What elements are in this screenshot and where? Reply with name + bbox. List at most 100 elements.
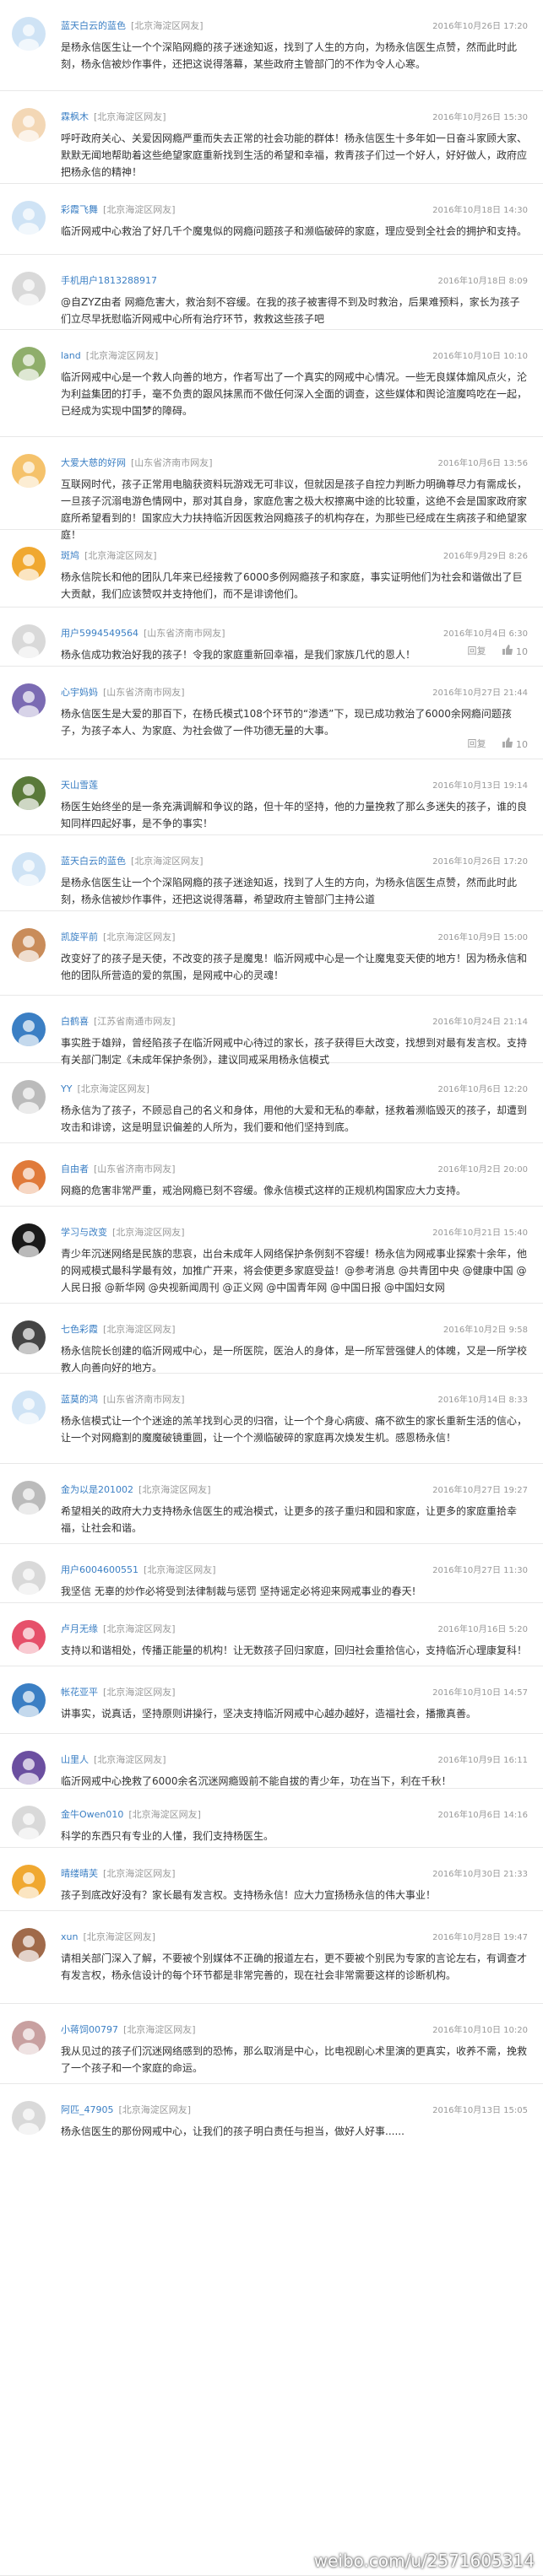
avatar[interactable] bbox=[12, 776, 46, 810]
avatar[interactable] bbox=[12, 201, 46, 235]
user-name-text[interactable]: 帐花亚平 bbox=[61, 1687, 98, 1698]
avatar[interactable] bbox=[12, 272, 46, 305]
comment-text: 杨永信医生是大爱的那百下，在杨氏模式108个环节的“渗透”下，现已成功救治了60… bbox=[61, 708, 512, 737]
user-name-text[interactable]: 大爱大慈的好网 bbox=[61, 457, 126, 468]
user-name[interactable]: 霖枫木 [北京海淀区网友] bbox=[61, 110, 166, 123]
user-name[interactable]: 阿匹_47905 [北京海淀区网友] bbox=[61, 2103, 191, 2116]
avatar[interactable] bbox=[12, 108, 46, 142]
user-name[interactable]: 天山雪莲 bbox=[61, 778, 103, 791]
user-name[interactable]: 七色彩霞 [北京海淀区网友] bbox=[61, 1322, 176, 1336]
avatar[interactable] bbox=[12, 1928, 46, 1962]
user-name-text[interactable]: 金牛Owen010 bbox=[61, 1809, 123, 1820]
user-name[interactable]: 小蒋饲00797 [北京海淀区网友] bbox=[61, 2022, 196, 2036]
user-name[interactable]: 蓝天白云的蓝色 [北京海淀区网友] bbox=[61, 19, 204, 32]
user-name-text[interactable]: land bbox=[61, 350, 81, 361]
user-name[interactable]: 用户6004600551 [北京海淀区网友] bbox=[61, 1563, 216, 1576]
comment-text: 改变好了的孩子是天使，不改变的孩子是魔鬼！临沂网戒中心是一个让魔鬼变天使的地方！… bbox=[61, 953, 528, 981]
user-name[interactable]: 凯旋平前 [北京海淀区网友] bbox=[61, 930, 176, 943]
user-name-text[interactable]: 凯旋平前 bbox=[61, 932, 98, 942]
user-name[interactable]: 金为以是201002 [北京海淀区网友] bbox=[61, 1482, 211, 1496]
user-name[interactable]: 蓝莫的鸿 [山东省济南市网友] bbox=[61, 1392, 185, 1406]
user-name-text[interactable]: 蓝莫的鸿 bbox=[61, 1394, 98, 1405]
avatar[interactable] bbox=[12, 1751, 46, 1785]
user-name-text[interactable]: 山里人 bbox=[61, 1754, 89, 1765]
user-name-text[interactable]: 心宇妈妈 bbox=[61, 687, 98, 698]
user-name[interactable]: 蓝天白云的蓝色 [北京海淀区网友] bbox=[61, 854, 204, 867]
user-name[interactable]: YY [北京海淀区网友] bbox=[61, 1082, 149, 1095]
user-location: [山东省济南市网友] bbox=[144, 628, 225, 639]
user-name-text[interactable]: 天山雪莲 bbox=[61, 780, 98, 791]
user-name[interactable]: 卢月无缘 [北京海淀区网友] bbox=[61, 1622, 176, 1635]
user-name-text[interactable]: 蓝天白云的蓝色 bbox=[61, 856, 126, 867]
comment-item: 帐花亚平 [北京海淀区网友] 2016年10月10日 14:57 讲事实，说真话，坚持… bbox=[0, 1666, 543, 1734]
user-name-text[interactable]: 白鹤喜 bbox=[61, 1016, 89, 1027]
user-name-text[interactable]: 金为以是201002 bbox=[61, 1484, 133, 1495]
user-name[interactable]: 彩霞飞舞 [北京海淀区网友] bbox=[61, 203, 176, 216]
reply-button[interactable]: 回复 bbox=[468, 644, 486, 657]
user-name[interactable]: 学习与改变 [北京海淀区网友] bbox=[61, 1225, 185, 1239]
user-name[interactable]: 斑鸠 [北京海淀区网友] bbox=[61, 548, 157, 562]
avatar[interactable] bbox=[12, 2101, 46, 2135]
avatar[interactable] bbox=[12, 1481, 46, 1515]
avatar[interactable] bbox=[12, 17, 46, 51]
avatar[interactable] bbox=[12, 347, 46, 381]
user-name-text[interactable]: 阿匹_47905 bbox=[61, 2104, 114, 2115]
avatar[interactable] bbox=[12, 2021, 46, 2055]
user-name[interactable]: 帐花亚平 [北京海淀区网友] bbox=[61, 1685, 176, 1698]
user-name[interactable]: 手机用户1813288917 bbox=[61, 273, 162, 287]
user-location: [江苏省南通市网友] bbox=[94, 1016, 176, 1027]
like-button[interactable]: 10 bbox=[502, 737, 528, 750]
like-button[interactable]: 10 bbox=[502, 644, 528, 657]
avatar[interactable] bbox=[12, 928, 46, 962]
avatar[interactable] bbox=[12, 1320, 46, 1354]
avatar[interactable] bbox=[12, 683, 46, 717]
reply-button[interactable]: 回复 bbox=[468, 737, 486, 750]
comment-time: 2016年10月26日 17:20 bbox=[432, 857, 528, 867]
avatar[interactable] bbox=[12, 547, 46, 581]
user-name-text[interactable]: 学习与改变 bbox=[61, 1227, 107, 1238]
avatar[interactable] bbox=[12, 624, 46, 658]
avatar[interactable] bbox=[12, 1620, 46, 1654]
user-name-text[interactable]: 七色彩霞 bbox=[61, 1324, 98, 1335]
avatar[interactable] bbox=[12, 1160, 46, 1194]
user-name-text[interactable]: 小蒋饲00797 bbox=[61, 2024, 118, 2035]
user-name[interactable]: 大爱大慈的好网 [山东省济南市网友] bbox=[61, 456, 213, 469]
user-name-text[interactable]: 彩霞飞舞 bbox=[61, 204, 98, 215]
user-name-text[interactable]: 斑鸠 bbox=[61, 550, 79, 561]
user-name-text[interactable]: 蓝天白云的蓝色 bbox=[61, 20, 126, 31]
user-name-text[interactable]: 手机用户1813288917 bbox=[61, 275, 157, 286]
user-name-text[interactable]: xun bbox=[61, 1931, 78, 1942]
avatar[interactable] bbox=[12, 1683, 46, 1717]
user-name[interactable]: land [北京海淀区网友] bbox=[61, 348, 158, 362]
avatar[interactable] bbox=[12, 1865, 46, 1898]
comment-time: 2016年10月21日 15:40 bbox=[432, 1229, 528, 1238]
avatar[interactable] bbox=[12, 1013, 46, 1046]
comment-time: 2016年10月27日 19:27 bbox=[432, 1486, 528, 1495]
user-name-text[interactable]: 霖枫木 bbox=[61, 111, 89, 122]
user-name[interactable]: 白鹤喜 [江苏省南通市网友] bbox=[61, 1014, 176, 1028]
avatar[interactable] bbox=[12, 1223, 46, 1257]
user-name-text[interactable]: 晴缕晴芙 bbox=[61, 1868, 98, 1879]
user-name-text[interactable]: YY bbox=[61, 1083, 72, 1094]
user-location: [北京海淀区网友] bbox=[103, 1868, 176, 1879]
user-name[interactable]: 金牛Owen010 [北京海淀区网友] bbox=[61, 1807, 201, 1821]
avatar[interactable] bbox=[12, 1806, 46, 1839]
comment-time: 2016年10月18日 8:09 bbox=[437, 277, 528, 286]
avatar[interactable] bbox=[12, 1391, 46, 1424]
user-name-text[interactable]: 用户6004600551 bbox=[61, 1564, 138, 1575]
user-name-text[interactable]: 用户5994549564 bbox=[61, 628, 138, 639]
user-name[interactable]: 用户5994549564 [山东省济南市网友] bbox=[61, 626, 225, 640]
comment-time: 2016年10月10日 14:57 bbox=[432, 1688, 528, 1698]
user-name-text[interactable]: 卢月无缘 bbox=[61, 1623, 98, 1634]
user-name[interactable]: xun [北京海淀区网友] bbox=[61, 1930, 155, 1943]
user-name[interactable]: 心宇妈妈 [山东省济南市网友] bbox=[61, 685, 185, 699]
avatar[interactable] bbox=[12, 1561, 46, 1595]
user-name[interactable]: 山里人 [北京海淀区网友] bbox=[61, 1752, 166, 1766]
user-name[interactable]: 晴缕晴芙 [北京海淀区网友] bbox=[61, 1866, 176, 1880]
avatar[interactable] bbox=[12, 1080, 46, 1114]
user-name-text[interactable]: 自由者 bbox=[61, 1164, 89, 1175]
avatar[interactable] bbox=[12, 454, 46, 488]
comment-text: 临沂网戒中心救治了好几千个魔鬼似的网瘾问题孩子和濒临破碎的家庭，理应受到全社会的… bbox=[61, 225, 528, 237]
avatar[interactable] bbox=[12, 852, 46, 886]
user-name[interactable]: 自由者 [山东省济南市网友] bbox=[61, 1162, 176, 1175]
